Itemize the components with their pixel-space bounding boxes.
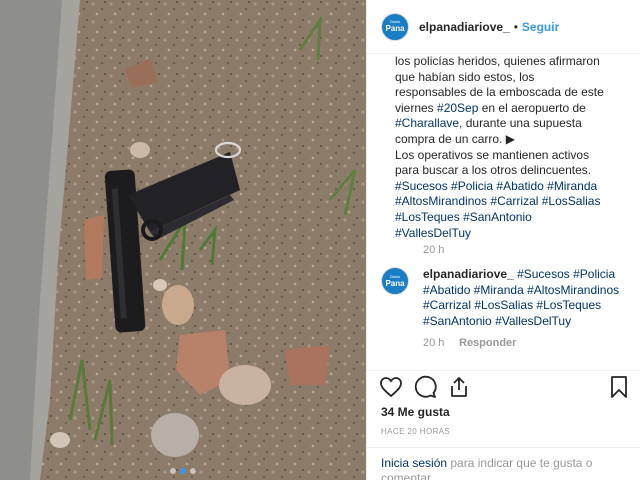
share-icon[interactable] (447, 375, 471, 399)
comment-line: #Carrizal #LosSalias #LosTeques (423, 298, 635, 314)
caption-line: que habían sido estos, los (395, 69, 535, 84)
hashtag-link[interactable]: #AltosMirandinos (395, 194, 487, 208)
carousel-dot-active[interactable] (180, 468, 186, 474)
header-username-link[interactable]: elpanadiariove_ (419, 20, 510, 34)
caption-line-text: en el aeropuerto de (478, 100, 586, 115)
caption-line: para buscar a los otros delincuentes. (395, 163, 592, 178)
post-header: Diario Pana elpanadiariove_ • Seguir (367, 0, 640, 54)
comment-line: #SanAntonio #VallesDelTuy (423, 314, 635, 330)
caption-line: #Charallave, durante una supuesta (395, 116, 635, 132)
header-separator: • (513, 19, 518, 34)
hashtag-link[interactable]: #SanAntonio (463, 210, 532, 224)
caption-line: compra de un carro. ▶ (395, 131, 515, 146)
hashtag-link[interactable]: #Miranda (474, 283, 524, 297)
caption-line: viernes #20Sep en el aeropuerto de (395, 101, 635, 117)
caption-line-text: viernes (395, 100, 438, 115)
avatar-label-main: Pana (385, 24, 405, 33)
post-photo[interactable] (0, 0, 366, 480)
hashtag-link[interactable]: #Abatido (496, 179, 543, 193)
post-actions: 34 Me gusta HACE 20 HORAS Inicia sesión … (367, 370, 640, 480)
caption-timestamp: 20 h (423, 244, 445, 256)
hashtag-link[interactable]: #VallesDelTuy (495, 314, 571, 328)
hashtag-link[interactable]: #Sucesos (395, 179, 448, 193)
reply-button[interactable]: Responder (459, 337, 516, 349)
hashtag-link[interactable]: #LosSalias (474, 298, 533, 312)
hashtag-link[interactable]: #AltosMirandinos (527, 283, 619, 297)
post-panel: Diario Pana elpanadiariove_ • Seguir los… (366, 0, 640, 480)
carousel-dot[interactable] (170, 468, 176, 474)
post-age: HACE 20 HORAS (381, 427, 451, 436)
hashtag-link[interactable]: #LosTeques (395, 210, 460, 224)
caption-line: Los operativos se mantienen activos (395, 147, 590, 162)
hashtag-link[interactable]: #20Sep (437, 101, 478, 115)
caption-line: los policías heridos, quienes afirmaron (395, 54, 600, 68)
comment-icon[interactable] (413, 375, 437, 399)
hashtag-link[interactable]: #Carrizal (490, 194, 538, 208)
comment-line: #Abatido #Miranda #AltosMirandinos (423, 283, 635, 299)
hashtag-link[interactable]: #Abatido (423, 283, 470, 297)
login-text: para indicar que te gusta o (447, 456, 593, 470)
caption-line-text: , durante una supuesta (459, 116, 582, 131)
hashtag-link[interactable]: #Charallave (395, 116, 459, 130)
carousel-dots (0, 468, 366, 474)
comment-timestamp: 20 h (423, 337, 445, 349)
login-text: comentar. (381, 471, 434, 480)
gun-on-ground-image (0, 0, 366, 480)
caption-hashtags: #LosTeques #SanAntonio (395, 210, 635, 226)
caption-text: los policías heridos, quienes afirmaron … (395, 54, 635, 241)
login-link[interactable]: Inicia sesión (381, 456, 447, 470)
login-prompt: Inicia sesión para indicar que te gusta … (367, 447, 640, 480)
likes-count[interactable]: 34 Me gusta (381, 405, 450, 419)
avatar[interactable]: Diario Pana (381, 12, 409, 41)
caption-hashtags: #Sucesos #Policia #Abatido #Miranda (395, 179, 635, 195)
caption-line: responsables de la emboscada de este (395, 85, 604, 100)
carousel-dot[interactable] (190, 468, 196, 474)
comment-text: elpanadiariove_ #Sucesos #Policia #Abati… (423, 267, 635, 329)
hashtag-link[interactable]: #SanAntonio (423, 314, 492, 328)
comment-line: elpanadiariove_ #Sucesos #Policia (423, 267, 635, 283)
hashtag-link[interactable]: #Sucesos (517, 267, 570, 281)
hashtag-link[interactable]: #VallesDelTuy (395, 226, 471, 240)
action-icons (379, 375, 471, 399)
hashtag-link[interactable]: #Carrizal (423, 298, 471, 312)
comment-username-link[interactable]: elpanadiariove_ (423, 267, 514, 281)
comments-area[interactable]: los policías heridos, quienes afirmaron … (367, 54, 640, 370)
hashtag-link[interactable]: #Miranda (547, 179, 597, 193)
heart-icon[interactable] (379, 375, 403, 399)
avatar-label-main: Pana (385, 278, 405, 288)
hashtag-link[interactable]: #Policia (573, 267, 615, 281)
bookmark-icon[interactable] (607, 375, 631, 399)
hashtag-link[interactable]: #LosTeques (536, 298, 601, 312)
follow-button[interactable]: Seguir (522, 20, 559, 34)
caption-hashtags: #AltosMirandinos #Carrizal #LosSalias (395, 194, 635, 210)
hashtag-link[interactable]: #LosSalias (542, 194, 601, 208)
comment-avatar[interactable]: Diario Pana (381, 267, 409, 295)
hashtag-link[interactable]: #Policia (451, 179, 493, 193)
caption-hashtags: #VallesDelTuy (395, 226, 635, 242)
